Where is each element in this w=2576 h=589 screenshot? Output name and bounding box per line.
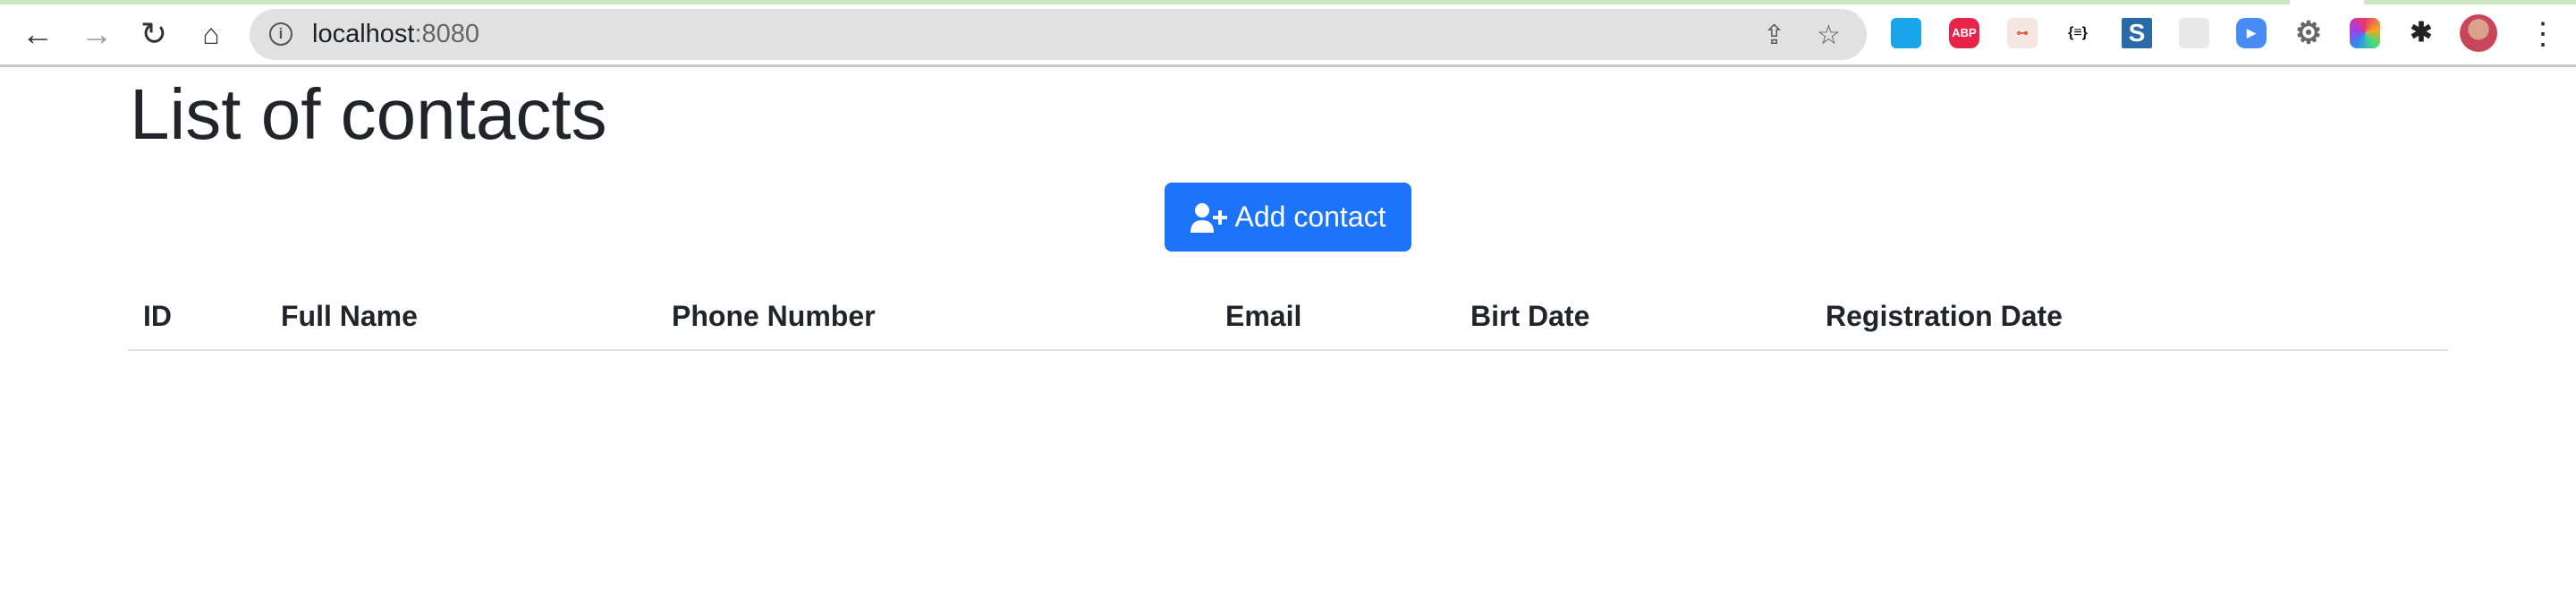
profile-avatar[interactable] bbox=[2460, 14, 2497, 52]
column-header-full-name[interactable]: Full Name bbox=[281, 300, 418, 333]
column-header-registration-date[interactable]: Registration Date bbox=[1826, 300, 2063, 333]
loading-bar bbox=[2364, 0, 2576, 4]
address-bar[interactable]: i localhost:8080 ⇪ ☆ bbox=[250, 9, 1867, 60]
reload-icon[interactable]: ↻ bbox=[136, 16, 172, 52]
document-extension-icon[interactable] bbox=[2179, 18, 2209, 48]
browser-toolbar: ← → ↻ ⌂ i localhost:8080 ⇪ ☆ ABP ⊶ {≡} S… bbox=[0, 0, 2576, 67]
forward-arrow-icon[interactable]: → bbox=[79, 16, 114, 52]
gear-icon[interactable]: ⚙ bbox=[2293, 18, 2324, 48]
extensions-puzzle-icon[interactable]: ✱ bbox=[2406, 18, 2436, 48]
adblock-plus-icon[interactable]: ABP bbox=[1949, 18, 1979, 48]
column-header-birth-date[interactable]: Birt Date bbox=[1470, 300, 1589, 333]
user-plus-icon bbox=[1190, 202, 1227, 233]
bookmark-star-icon[interactable]: ☆ bbox=[1817, 20, 1841, 51]
s-extension-icon[interactable]: S bbox=[2122, 18, 2152, 48]
page-title: List of contacts bbox=[130, 74, 607, 154]
column-header-email[interactable]: Email bbox=[1225, 300, 1301, 333]
add-contact-button[interactable]: Add contact bbox=[1165, 183, 1411, 252]
share-icon[interactable]: ⇪ bbox=[1763, 20, 1785, 51]
json-formatter-icon[interactable]: {≡} bbox=[2063, 18, 2093, 48]
zoom-icon[interactable]: ▶ bbox=[2236, 18, 2267, 48]
contacts-table: ID Full Name Phone Number Email Birt Dat… bbox=[128, 286, 2448, 351]
sitemap-icon[interactable]: ⊶ bbox=[2007, 18, 2038, 48]
add-contact-label: Add contact bbox=[1234, 201, 1386, 233]
kebab-menu-icon[interactable]: ⋮ bbox=[2528, 16, 2558, 52]
tab-extension-icon[interactable] bbox=[1891, 18, 1921, 48]
color-picker-icon[interactable] bbox=[2350, 18, 2380, 48]
home-icon[interactable]: ⌂ bbox=[193, 16, 229, 52]
loading-bar bbox=[0, 0, 2290, 4]
column-header-id[interactable]: ID bbox=[143, 300, 172, 333]
back-arrow-icon[interactable]: ← bbox=[20, 16, 55, 52]
url-text[interactable]: localhost:8080 bbox=[312, 20, 479, 49]
info-icon[interactable]: i bbox=[269, 22, 292, 46]
column-header-phone-number[interactable]: Phone Number bbox=[672, 300, 876, 333]
